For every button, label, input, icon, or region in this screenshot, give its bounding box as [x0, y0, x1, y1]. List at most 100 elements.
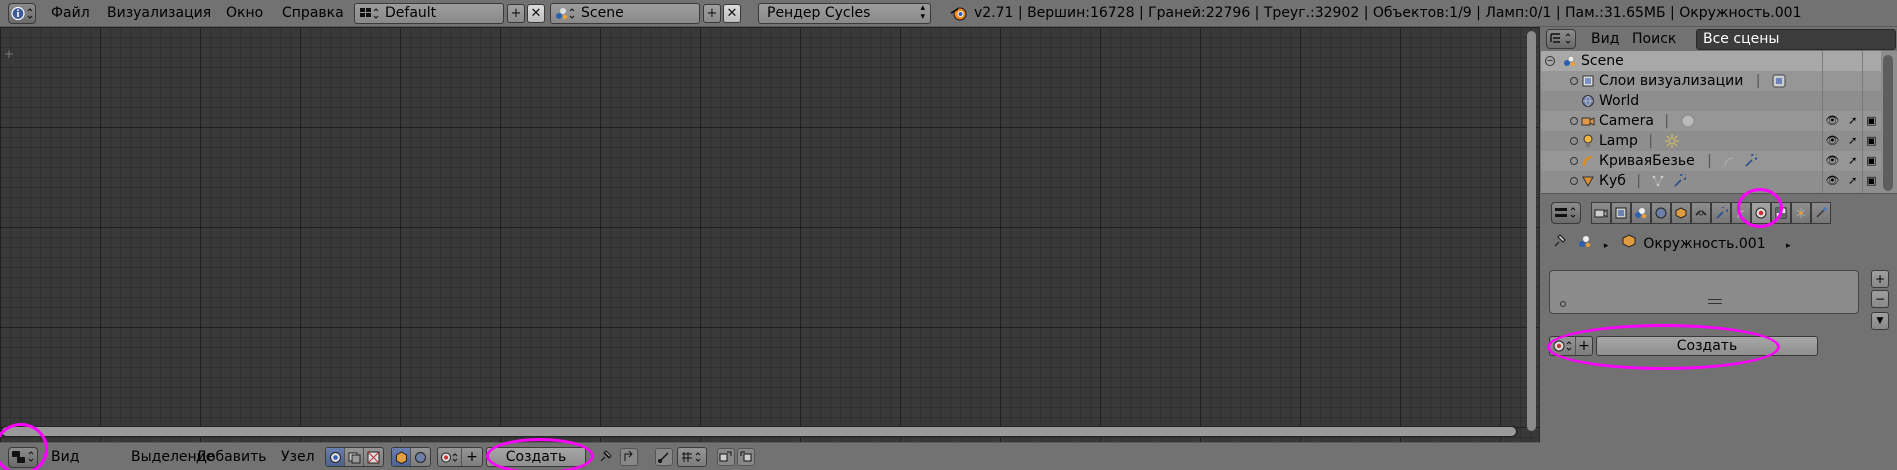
plus-icon[interactable]: +: [1576, 337, 1592, 355]
pin-icon[interactable]: [1551, 233, 1569, 255]
outliner-row-curve[interactable]: КриваяБезье | 👁 ➚ ▣: [1541, 151, 1881, 171]
info-editor-type-button[interactable]: [8, 3, 36, 24]
outliner-row-scene[interactable]: − Scene: [1541, 51, 1881, 71]
snap-grid-icon[interactable]: [678, 448, 706, 466]
outliner-tree[interactable]: − Scene Слои визуализации | World Camera…: [1541, 51, 1897, 194]
selectable-cursor-icon[interactable]: ➚: [1848, 111, 1857, 131]
outliner-menu-view[interactable]: Вид: [1591, 27, 1619, 51]
shader-nodes-icon[interactable]: [326, 448, 345, 466]
add-layout-button[interactable]: +: [507, 4, 525, 23]
tab-render-camera-icon[interactable]: [1591, 202, 1611, 224]
remove-material-slot-button[interactable]: −: [1871, 290, 1889, 308]
renderable-camera-icon[interactable]: ▣: [1866, 151, 1876, 171]
outliner-menu-search[interactable]: Поиск: [1632, 27, 1676, 51]
tab-physics-icon[interactable]: [1811, 202, 1831, 224]
tab-modifiers-wrench-icon[interactable]: [1711, 202, 1731, 224]
horizontal-scrollbar[interactable]: [0, 426, 1518, 437]
tab-scene-icon[interactable]: [1631, 202, 1651, 224]
outliner-row-camera[interactable]: Camera | 👁 ➚ ▣: [1541, 111, 1881, 131]
tab-material-icon[interactable]: [1751, 202, 1771, 224]
properties-tabs: [1591, 202, 1831, 224]
node-editor-canvas[interactable]: +: [0, 27, 1540, 442]
shader-type-group: [391, 447, 431, 467]
outliner-display-mode-select[interactable]: Все сцены: [1696, 29, 1896, 50]
pin-icon[interactable]: [596, 448, 614, 466]
menu-help[interactable]: Справка: [282, 5, 344, 21]
visibility-eye-icon[interactable]: 👁: [1825, 111, 1839, 131]
material-specials-dropdown[interactable]: ▼: [1871, 312, 1889, 330]
tab-constraints-icon[interactable]: [1691, 202, 1711, 224]
snap-toggle-icon[interactable]: [655, 448, 673, 466]
scene-icon: [555, 6, 577, 21]
expand-icon[interactable]: [1570, 137, 1578, 145]
region-expand-icon[interactable]: +: [4, 48, 14, 60]
resize-grip-icon[interactable]: [1708, 299, 1722, 304]
selectable-cursor-icon[interactable]: ➚: [1848, 171, 1857, 191]
tab-object-icon[interactable]: [1671, 202, 1691, 224]
outliner-label-world: World: [1599, 93, 1640, 109]
outliner-row-render-layers[interactable]: Слои визуализации |: [1541, 71, 1881, 91]
remove-layout-button[interactable]: ✕: [527, 4, 545, 23]
tab-texture-icon[interactable]: [1771, 202, 1791, 224]
scene-field[interactable]: Scene: [550, 3, 700, 24]
render-layer-sub-icon: [1772, 74, 1786, 88]
node-tree-type-group: [325, 447, 384, 467]
object-shader-icon[interactable]: [392, 448, 411, 466]
outliner-scrollbar[interactable]: [1883, 55, 1893, 191]
outliner-row-cube[interactable]: Куб | 👁 ➚ ▣: [1541, 171, 1881, 191]
tab-particles-icon[interactable]: [1791, 202, 1811, 224]
screen-layout-field[interactable]: Default: [354, 3, 504, 24]
material-slots-list[interactable]: [1549, 270, 1859, 314]
tab-render-layers-icon[interactable]: [1611, 202, 1631, 224]
menu-window[interactable]: Окно: [226, 5, 263, 21]
renderable-camera-icon[interactable]: ▣: [1866, 111, 1876, 131]
expand-icon[interactable]: [1570, 177, 1578, 185]
plus-icon[interactable]: +: [462, 448, 482, 466]
add-scene-button[interactable]: +: [703, 4, 721, 23]
visibility-eye-icon[interactable]: 👁: [1825, 151, 1839, 171]
renderable-camera-icon[interactable]: ▣: [1866, 171, 1876, 191]
renderable-camera-icon[interactable]: ▣: [1866, 131, 1876, 151]
texture-nodes-icon[interactable]: [364, 448, 383, 466]
menu-render[interactable]: Визуализация: [107, 5, 211, 21]
tab-world-icon[interactable]: [1651, 202, 1671, 224]
scene-name: Scene: [581, 5, 624, 21]
properties-editor-type-button[interactable]: [1551, 202, 1581, 224]
outliner-editor-type-button[interactable]: [1546, 29, 1576, 49]
expand-icon[interactable]: [1570, 77, 1578, 85]
properties-editor: ▸ Окружность.001 ▸ + − ▼ + Создать: [1541, 195, 1897, 470]
layout-grid-icon: [359, 6, 381, 21]
expand-icon[interactable]: [1570, 117, 1578, 125]
horizontal-scroll-thumb[interactable]: [2, 427, 1516, 436]
new-material-button[interactable]: Создать: [1596, 336, 1818, 356]
outliner-row-lamp[interactable]: Lamp | 👁 ➚ ▣: [1541, 131, 1881, 151]
vertical-scrollbar[interactable]: [1527, 31, 1536, 431]
remove-scene-button[interactable]: ✕: [723, 4, 741, 23]
tab-data-icon[interactable]: [1731, 202, 1751, 224]
visibility-eye-icon[interactable]: 👁: [1825, 131, 1839, 151]
copy-nodes-icon[interactable]: [717, 448, 735, 466]
paste-nodes-icon[interactable]: [737, 448, 755, 466]
new-material-button[interactable]: Создать: [486, 447, 586, 467]
material-browse-icon[interactable]: [438, 448, 462, 466]
world-shader-icon[interactable]: [411, 448, 430, 466]
node-menu-add[interactable]: Добавить: [196, 449, 266, 465]
node-editor-type-button[interactable]: [8, 447, 38, 468]
outliner-row-world[interactable]: World: [1541, 91, 1881, 111]
add-material-slot-button[interactable]: +: [1871, 270, 1889, 288]
node-menu-node[interactable]: Узел: [281, 449, 315, 465]
selectable-cursor-icon[interactable]: ➚: [1848, 151, 1857, 171]
render-engine-select[interactable]: Рендер Cycles ▴ ▾: [758, 3, 931, 24]
selectable-cursor-icon[interactable]: ➚: [1848, 131, 1857, 151]
world-icon: [1582, 95, 1594, 107]
compositing-nodes-icon[interactable]: [345, 448, 364, 466]
outliner-column-divider: [1862, 51, 1863, 193]
visibility-eye-icon[interactable]: 👁: [1825, 171, 1839, 191]
outliner-label-cube: Куб: [1599, 173, 1626, 189]
menu-file[interactable]: Файл: [51, 5, 90, 21]
node-menu-view[interactable]: Вид: [51, 449, 79, 465]
material-browse-icon[interactable]: [1550, 337, 1576, 355]
collapse-icon[interactable]: −: [1545, 56, 1555, 66]
go-to-parent-icon[interactable]: [620, 448, 638, 466]
expand-icon[interactable]: [1570, 157, 1578, 165]
